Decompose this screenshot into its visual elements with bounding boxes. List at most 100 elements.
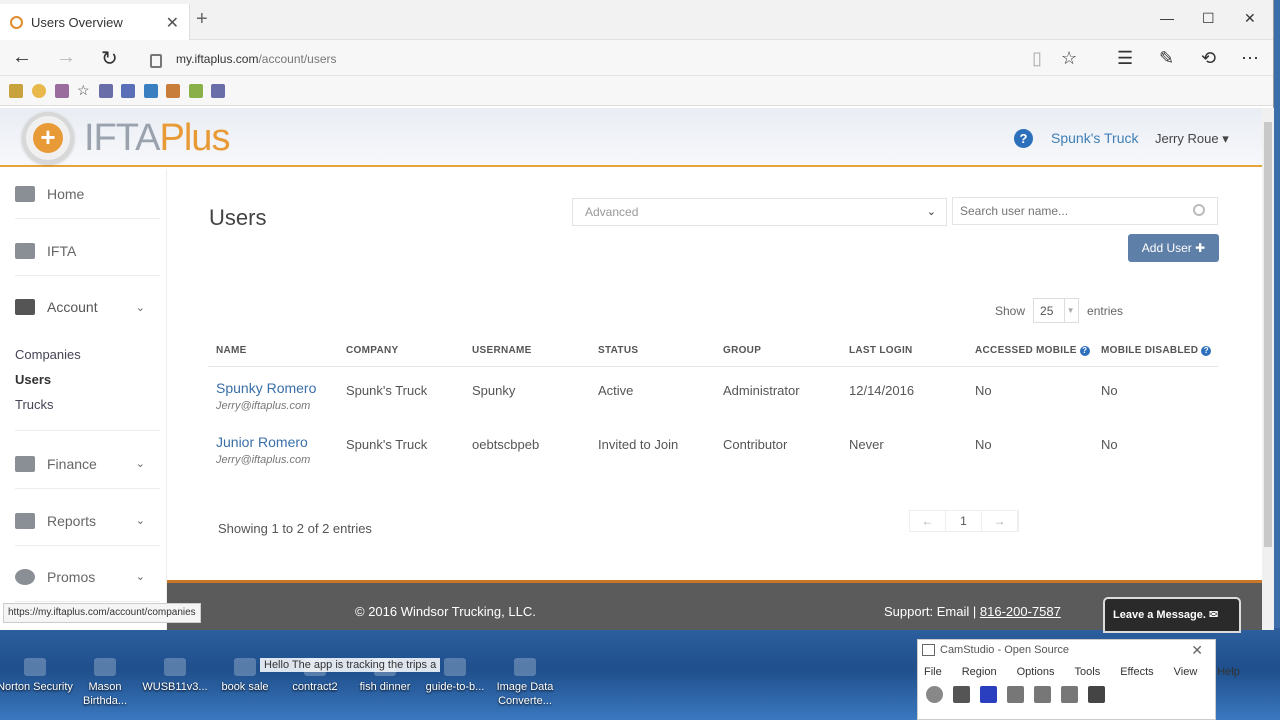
column-header[interactable]: NAME bbox=[216, 345, 247, 356]
menu-effects[interactable]: Effects bbox=[1120, 666, 1153, 678]
sidebar-item-promos[interactable]: Promos ⌄ bbox=[15, 552, 160, 602]
menu-region[interactable]: Region bbox=[962, 666, 997, 678]
page-length-select[interactable]: 25 ▼ bbox=[1033, 298, 1080, 323]
leave-message-button[interactable]: Leave a Message. ✉ bbox=[1103, 597, 1241, 633]
favorite-star-icon[interactable]: ☆ bbox=[77, 83, 91, 98]
app-header: + IFTAPlus ? Spunk's Truck Jerry Roue ▾ bbox=[0, 108, 1262, 167]
user-name-link[interactable]: Spunky Romero bbox=[216, 380, 316, 396]
new-tab-icon[interactable]: + bbox=[196, 8, 208, 31]
sidebar-subitem-users[interactable]: Users bbox=[15, 372, 51, 387]
favorite-icon[interactable] bbox=[166, 84, 180, 98]
favorite-icon[interactable] bbox=[121, 84, 135, 98]
notification-text: Hello The app is tracking the trips a bbox=[260, 658, 441, 672]
shortcut-icon bbox=[514, 658, 536, 676]
title-bar: Users Overview ✕ + — ☐ ✕ bbox=[0, 0, 1273, 40]
sidebar-item-home[interactable]: Home bbox=[15, 169, 160, 219]
column-header[interactable]: GROUP bbox=[723, 345, 761, 356]
column-header[interactable]: COMPANY bbox=[346, 345, 398, 356]
sidebar: Home IFTA Account ⌄ Companies Users Truc… bbox=[0, 169, 167, 630]
minimize-icon[interactable]: — bbox=[1160, 10, 1174, 26]
add-user-button[interactable]: Add User ✚ bbox=[1128, 234, 1219, 262]
options-icon[interactable] bbox=[1034, 686, 1051, 703]
company-link[interactable]: Spunk's Truck bbox=[1051, 130, 1139, 146]
favorites-bar: ☆ bbox=[0, 76, 1273, 106]
column-header[interactable]: LAST LOGIN bbox=[849, 345, 913, 356]
scrollbar[interactable] bbox=[1262, 108, 1274, 630]
accessed-mobile-cell: No bbox=[975, 383, 992, 398]
column-header[interactable]: MOBILE DISABLED? bbox=[1101, 345, 1212, 356]
favorite-icon[interactable] bbox=[99, 84, 113, 98]
url-field[interactable]: my.iftaplus.com/account/users bbox=[150, 46, 1010, 72]
favorite-star-icon[interactable]: ☆ bbox=[1061, 48, 1077, 69]
reading-view-icon[interactable]: ▯ bbox=[1032, 48, 1042, 69]
help-icon[interactable]: ? bbox=[1014, 129, 1033, 148]
favorite-icon[interactable] bbox=[55, 84, 69, 98]
menu-file[interactable]: File bbox=[924, 666, 942, 678]
desktop-icon[interactable]: Image Data Converte... bbox=[485, 658, 565, 708]
bar-chart-icon bbox=[15, 512, 35, 529]
record-icon[interactable] bbox=[926, 686, 943, 703]
url-domain: my.iftaplus.com bbox=[176, 52, 259, 66]
web-note-icon[interactable]: ✎ bbox=[1159, 48, 1174, 69]
sidebar-item-account[interactable]: Account ⌄ bbox=[15, 282, 160, 332]
close-tab-icon[interactable]: ✕ bbox=[166, 13, 179, 33]
favorite-icon[interactable] bbox=[9, 84, 23, 98]
scroll-thumb[interactable] bbox=[1264, 122, 1272, 547]
camstudio-title-bar: CamStudio - Open Source ✕ bbox=[918, 640, 1215, 662]
hub-icon[interactable]: ☰ bbox=[1117, 48, 1133, 69]
browser-tab[interactable]: Users Overview ✕ bbox=[0, 4, 190, 40]
swf-icon[interactable] bbox=[1061, 686, 1078, 703]
favorite-icon[interactable] bbox=[32, 84, 46, 98]
refresh-icon[interactable]: ↻ bbox=[101, 46, 118, 71]
desktop-icon[interactable]: WUSB11v3... bbox=[135, 658, 215, 694]
search-icon bbox=[1193, 204, 1205, 216]
column-header[interactable]: STATUS bbox=[598, 345, 638, 356]
search-input[interactable] bbox=[952, 197, 1218, 225]
sidebar-subitem-companies[interactable]: Companies bbox=[15, 347, 81, 362]
favorite-icon[interactable] bbox=[144, 84, 158, 98]
user-menu[interactable]: Jerry Roue ▾ bbox=[1155, 131, 1229, 147]
column-header[interactable]: USERNAME bbox=[472, 345, 532, 356]
user-name-link[interactable]: Junior Romero bbox=[216, 434, 308, 450]
phone-link[interactable]: 816-200-7587 bbox=[980, 604, 1061, 619]
menu-help[interactable]: Help bbox=[1217, 666, 1240, 678]
pager-page-button[interactable]: 1 bbox=[946, 511, 982, 531]
page-length-control: Show 25 ▼ entries bbox=[995, 298, 1123, 323]
close-window-icon[interactable]: ✕ bbox=[1244, 10, 1256, 27]
menu-tools[interactable]: Tools bbox=[1075, 666, 1101, 678]
minimize-toolbar-icon[interactable] bbox=[1088, 686, 1105, 703]
chevron-down-icon: ⌄ bbox=[135, 458, 145, 470]
desktop-icon[interactable]: Mason Birthda... bbox=[65, 658, 145, 708]
advanced-filter-select[interactable]: Advanced ⌄ bbox=[572, 198, 947, 226]
more-icon[interactable]: ⋯ bbox=[1241, 48, 1259, 69]
page-title: Users bbox=[209, 205, 267, 230]
forward-icon[interactable]: → bbox=[56, 46, 76, 69]
stop-icon[interactable] bbox=[980, 686, 997, 703]
home-icon bbox=[15, 185, 35, 202]
sidebar-subitem-trucks[interactable]: Trucks bbox=[15, 397, 54, 412]
menu-options[interactable]: Options bbox=[1017, 666, 1055, 678]
question-icon[interactable]: ? bbox=[1201, 346, 1212, 356]
menu-view[interactable]: View bbox=[1174, 666, 1198, 678]
camstudio-menu: File Region Options Tools Effects View H… bbox=[918, 662, 1240, 682]
question-icon[interactable]: ? bbox=[1079, 346, 1090, 356]
pager-prev-button[interactable]: ← bbox=[910, 511, 946, 531]
column-header[interactable]: ACCESSED MOBILE? bbox=[975, 345, 1090, 356]
sidebar-item-finance[interactable]: Finance ⌄ bbox=[15, 439, 160, 489]
logo[interactable]: + IFTAPlus bbox=[22, 112, 230, 164]
favicon-icon bbox=[10, 15, 23, 29]
back-icon[interactable]: ← bbox=[12, 46, 32, 69]
favorite-icon[interactable] bbox=[189, 84, 203, 98]
pager-next-button[interactable]: → bbox=[982, 511, 1018, 531]
close-icon[interactable]: ✕ bbox=[1191, 642, 1203, 659]
maximize-icon[interactable]: ☐ bbox=[1202, 10, 1215, 27]
favorite-icon[interactable] bbox=[211, 84, 225, 98]
sidebar-item-reports[interactable]: Reports ⌄ bbox=[15, 496, 160, 546]
pause-icon[interactable] bbox=[953, 686, 970, 703]
desktop-icon[interactable]: Norton Security bbox=[0, 658, 75, 694]
chevron-down-icon: ⌄ bbox=[135, 301, 145, 314]
browser-window: Users Overview ✕ + — ☐ ✕ ← → ↻ my.iftapl… bbox=[0, 0, 1274, 633]
sidebar-item-ifta[interactable]: IFTA bbox=[15, 226, 160, 276]
share-icon[interactable]: ⟲ bbox=[1201, 48, 1216, 69]
region-icon[interactable] bbox=[1007, 686, 1024, 703]
